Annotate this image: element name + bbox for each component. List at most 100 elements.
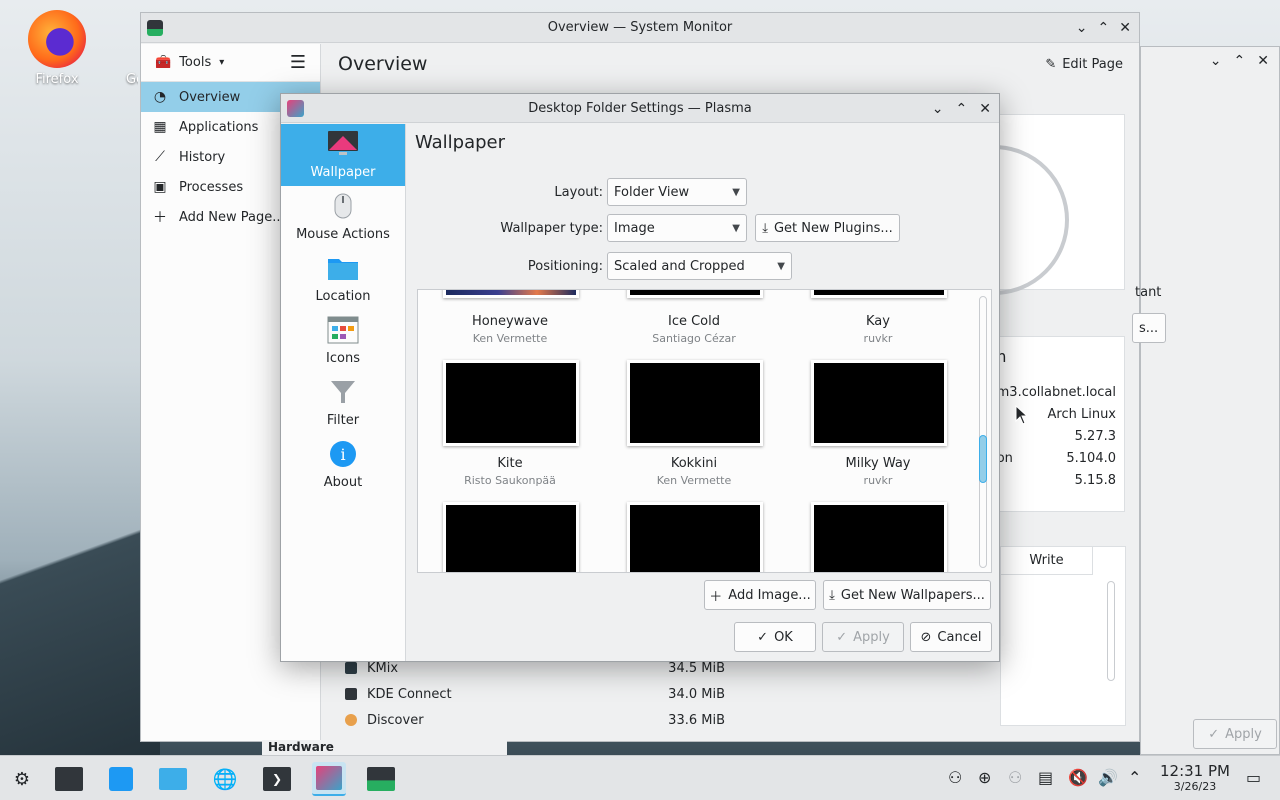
wallpaper-thumbnail-kokkini[interactable] — [627, 360, 763, 446]
plus-icon: ＋ — [709, 589, 723, 605]
volume-icon[interactable]: 🔊 — [1098, 768, 1118, 787]
positioning-label: Positioning: — [527, 259, 603, 274]
wallpaper-thumbnail-honeywave[interactable] — [443, 290, 579, 298]
processes-icon: ▣ — [153, 179, 167, 195]
table-row[interactable]: KDE Connect 34.0 MiB — [345, 681, 725, 707]
clipboard-icon[interactable]: ▤ — [1038, 768, 1053, 787]
ok-button[interactable]: ✓ OK — [734, 622, 816, 652]
wallpaper-author: ruvkr — [863, 332, 893, 345]
edit-page-button[interactable]: ✎ Edit Page — [1045, 57, 1123, 72]
desktop-icon-firefox[interactable]: Firefox — [12, 10, 102, 87]
wallpaper-thumbnail[interactable] — [443, 502, 579, 572]
app-launcher-button[interactable]: ⚙ — [5, 762, 39, 796]
wallpaper-settings-panel: Wallpaper Layout: Folder View ▼ Wallpape… — [407, 124, 999, 661]
chevron-down-icon: ▼ — [777, 260, 785, 272]
globe-icon: 🌐 — [212, 767, 238, 791]
system-monitor-app-icon — [147, 20, 163, 36]
get-new-wallpapers-button[interactable]: ⤓ Get New Wallpapers... — [823, 580, 991, 610]
maximize-icon[interactable]: ⌃ — [1234, 53, 1246, 69]
details-button[interactable]: s... — [1132, 313, 1166, 343]
table-header-write[interactable]: Write — [1001, 547, 1093, 575]
taskbar-plasma-settings[interactable] — [312, 762, 346, 796]
close-icon[interactable]: ✕ — [1119, 20, 1131, 36]
wallpaper-author: Santiago Cézar — [652, 332, 736, 345]
mute-icon[interactable]: 🔇 — [1068, 768, 1088, 787]
chevron-down-icon[interactable]: ▾ — [219, 57, 224, 68]
plus-icon: ＋ — [153, 210, 167, 226]
maximize-icon[interactable]: ⌃ — [956, 101, 968, 117]
category-about[interactable]: i About — [281, 434, 405, 496]
category-filter[interactable]: Filter — [281, 372, 405, 434]
tray-expand-icon[interactable]: ⌃ — [1128, 768, 1141, 787]
taskbar: ⚙ 🌐 ❯ ⚇ ⊕ ⚇ ▤ 🔇 🔊 ⌃ 12:31 PM 3/26/23 ▭ — [0, 755, 1280, 800]
user-icon[interactable]: ⚇ — [948, 768, 962, 787]
desktop-wallpaper-mountain — [0, 425, 160, 755]
wallpaper-name: Milky Way — [845, 456, 911, 471]
table-scrollbar[interactable] — [1107, 581, 1115, 681]
taskbar-konsole[interactable]: ❯ — [260, 762, 294, 796]
apply-button[interactable]: ✓ Apply — [822, 622, 904, 652]
settings-sliders-icon — [55, 767, 83, 791]
system-monitor-titlebar[interactable]: Overview — System Monitor ⌄ ⌃ ✕ — [141, 13, 1139, 43]
scrollbar-thumb[interactable] — [979, 435, 987, 483]
wallpaper-thumbnail[interactable] — [811, 502, 947, 572]
cancel-icon: ⊘ — [920, 629, 932, 645]
wallpaper-thumbnail-milky-way[interactable] — [811, 360, 947, 446]
kde-connect-icon — [345, 688, 357, 700]
wallpaper-type-combobox[interactable]: Image ▼ — [607, 214, 747, 242]
clock-date: 3/26/23 — [1173, 780, 1217, 793]
category-mouse-actions[interactable]: Mouse Actions — [281, 186, 405, 248]
tools-menu-button[interactable]: Tools — [179, 55, 211, 70]
wallpaper-thumbnail-ice-cold[interactable] — [627, 290, 763, 298]
dialog-title: Desktop Folder Settings — Plasma — [528, 100, 752, 116]
category-icons[interactable]: Icons — [281, 310, 405, 372]
digital-clock[interactable]: 12:31 PM 3/26/23 — [1150, 762, 1240, 793]
close-icon[interactable]: ✕ — [1257, 53, 1269, 69]
add-image-button[interactable]: ＋ Add Image... — [704, 580, 816, 610]
minimize-icon[interactable]: ⌄ — [1210, 53, 1222, 69]
cancel-button[interactable]: ⊘ Cancel — [910, 622, 992, 652]
chevron-down-icon: ▼ — [732, 186, 740, 198]
layout-combobox[interactable]: Folder View ▼ — [607, 178, 747, 206]
minimize-icon[interactable]: ⌄ — [932, 101, 944, 117]
tools-bar: 🧰 Tools ▾ ☰ — [141, 44, 320, 82]
check-icon: ✓ — [836, 629, 848, 645]
wallpaper-thumbnail-kay[interactable] — [811, 290, 947, 298]
show-desktop-icon[interactable]: ▭ — [1246, 768, 1261, 787]
plasma-settings-icon — [316, 766, 342, 790]
wallpaper-thumbnail-kite[interactable] — [443, 360, 579, 446]
desktop-icon-partial[interactable]: Go — [108, 10, 138, 87]
wallpaper-author: Risto Saukonpää — [464, 474, 556, 487]
wallpaper-author: ruvkr — [863, 474, 893, 487]
category-location[interactable]: Location — [281, 248, 405, 310]
taskbar-dolphin[interactable] — [156, 762, 190, 796]
store-bag-icon — [109, 767, 133, 791]
close-icon[interactable]: ✕ — [979, 101, 991, 117]
wallpaper-author: Ken Vermette — [656, 474, 732, 487]
table-row[interactable]: Discover 33.6 MiB — [345, 707, 725, 733]
kde-connect-tray-icon[interactable]: ⚇ — [1008, 768, 1022, 787]
monitor-icon — [327, 129, 359, 159]
info-icon: i — [327, 439, 359, 469]
desktop-icon-label: Go — [126, 72, 138, 87]
maximize-icon[interactable]: ⌃ — [1098, 20, 1110, 36]
wallpaper-author: Ken Vermette — [472, 332, 548, 345]
hostname-value: vm3.collabnet.local — [988, 385, 1116, 400]
wallpaper-grid[interactable]: Honeywave Ken Vermette Ice Cold Santiago… — [417, 289, 992, 573]
taskbar-pager[interactable] — [52, 762, 86, 796]
wallpaper-thumbnail[interactable] — [627, 502, 763, 572]
hamburger-menu-icon[interactable]: ☰ — [290, 52, 306, 73]
check-icon: ✓ — [757, 629, 769, 645]
taskbar-system-monitor[interactable] — [364, 762, 398, 796]
category-wallpaper[interactable]: Wallpaper — [281, 124, 405, 186]
dialog-titlebar[interactable]: Desktop Folder Settings — Plasma ⌄ ⌃ ✕ — [281, 94, 999, 123]
minimize-icon[interactable]: ⌄ — [1076, 20, 1088, 36]
get-new-plugins-button[interactable]: ⤓ Get New Plugins... — [755, 214, 900, 242]
updates-icon[interactable]: ⊕ — [978, 768, 991, 787]
taskbar-browser[interactable]: 🌐 — [208, 762, 242, 796]
back-apply-button[interactable]: ✓ Apply — [1193, 719, 1277, 749]
positioning-combobox[interactable]: Scaled and Cropped ▼ — [607, 252, 792, 280]
wallpaper-grid-scrollbar[interactable] — [979, 296, 987, 568]
svg-text:i: i — [340, 445, 345, 464]
taskbar-discover[interactable] — [104, 762, 138, 796]
